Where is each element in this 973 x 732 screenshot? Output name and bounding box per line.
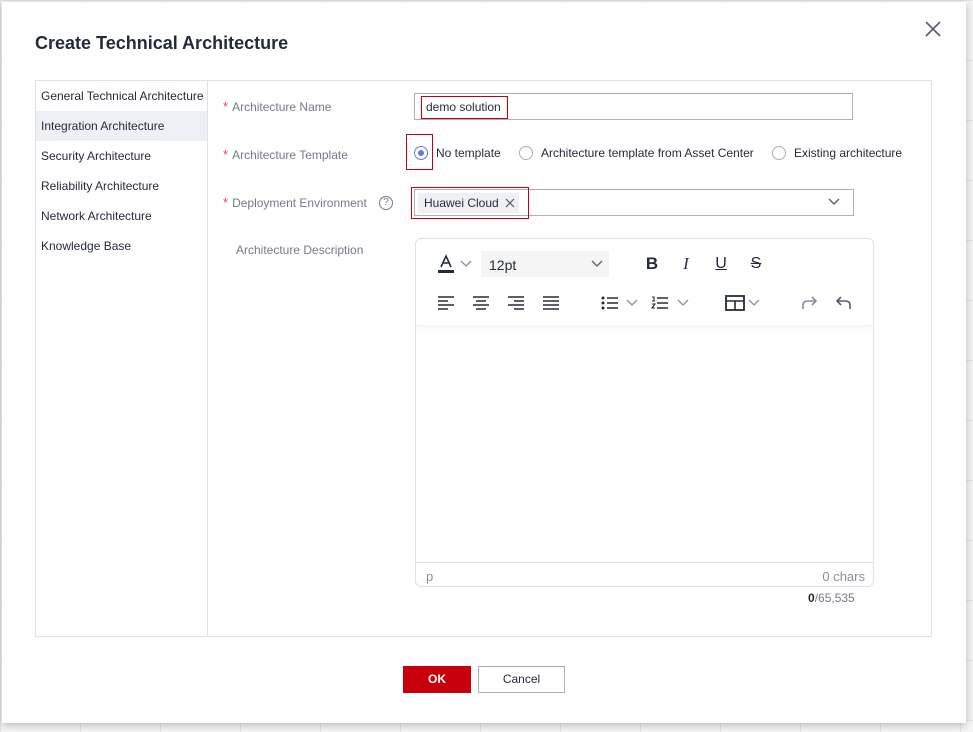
tag-remove-icon[interactable] — [505, 198, 515, 208]
architecture-name-value: demo solution — [421, 96, 508, 119]
bullet-list-dropdown-icon[interactable] — [625, 292, 639, 314]
required-mark: * — [223, 147, 229, 162]
architecture-description-label: Architecture Description — [236, 243, 364, 257]
ok-button[interactable]: OK — [403, 666, 471, 693]
sidebar-item-general-technical-architecture[interactable]: General Technical Architecture — [36, 81, 207, 111]
radio-checked-icon — [414, 146, 428, 160]
bold-icon[interactable]: B — [641, 253, 663, 275]
rich-text-editor: 12pt B I U S p 0 chars — [415, 238, 874, 587]
sidebar: General Technical Architecture Integrati… — [36, 81, 208, 636]
sidebar-item-network-architecture[interactable]: Network Architecture — [36, 201, 207, 231]
redo-icon[interactable] — [799, 292, 821, 314]
editor-toolbar: 12pt B I U S — [416, 239, 873, 325]
radio-unchecked-icon — [772, 146, 786, 160]
strikethrough-icon[interactable]: S — [745, 253, 767, 275]
chevron-down-icon — [591, 260, 603, 267]
architecture-name-label: * Architecture Name — [223, 99, 332, 114]
architecture-name-input[interactable]: demo solution — [414, 93, 853, 120]
element-path: p — [426, 569, 434, 584]
chevron-down-icon[interactable] — [828, 198, 840, 206]
required-mark: * — [223, 99, 229, 114]
create-architecture-dialog: Create Technical Architecture General Te… — [2, 2, 966, 723]
align-justify-icon[interactable] — [540, 292, 562, 314]
required-mark: * — [223, 195, 229, 210]
editor-content-area[interactable] — [416, 327, 873, 561]
editor-status-bar: p 0 chars — [416, 562, 873, 586]
align-right-icon[interactable] — [505, 292, 527, 314]
undo-icon[interactable] — [832, 292, 854, 314]
italic-icon[interactable]: I — [675, 253, 697, 275]
font-color-dropdown-icon[interactable] — [459, 253, 473, 275]
numbered-list-icon[interactable] — [649, 292, 671, 314]
underline-icon[interactable]: U — [710, 253, 732, 275]
font-color-icon[interactable] — [435, 253, 457, 275]
sidebar-item-integration-architecture[interactable]: Integration Architecture — [36, 111, 207, 141]
align-center-icon[interactable] — [470, 292, 492, 314]
table-dropdown-icon[interactable] — [747, 292, 761, 314]
radio-asset-center-template[interactable]: Architecture template from Asset Center — [519, 146, 754, 160]
environment-tag: Huawei Cloud — [418, 193, 519, 213]
dialog-title: Create Technical Architecture — [35, 33, 289, 53]
numbered-list-dropdown-icon[interactable] — [676, 292, 690, 314]
radio-existing-architecture[interactable]: Existing architecture — [772, 146, 902, 160]
close-icon[interactable] — [922, 18, 944, 40]
architecture-template-label: * Architecture Template — [223, 147, 348, 162]
sidebar-item-reliability-architecture[interactable]: Reliability Architecture — [36, 171, 207, 201]
cancel-button[interactable]: Cancel — [478, 666, 565, 693]
bullet-list-icon[interactable] — [599, 292, 621, 314]
font-size-select[interactable]: 12pt — [481, 251, 609, 277]
align-left-icon[interactable] — [435, 292, 457, 314]
char-count: 0 chars — [822, 569, 865, 584]
help-icon[interactable]: ? — [379, 196, 393, 210]
radio-unchecked-icon — [519, 146, 533, 160]
sidebar-item-knowledge-base[interactable]: Knowledge Base — [36, 231, 207, 261]
deployment-environment-label: * Deployment Environment — [223, 195, 367, 210]
sidebar-item-security-architecture[interactable]: Security Architecture — [36, 141, 207, 171]
description-length-counter: 0/65,535 — [808, 591, 855, 605]
table-icon[interactable] — [724, 292, 746, 314]
radio-no-template[interactable]: No template — [414, 146, 501, 160]
